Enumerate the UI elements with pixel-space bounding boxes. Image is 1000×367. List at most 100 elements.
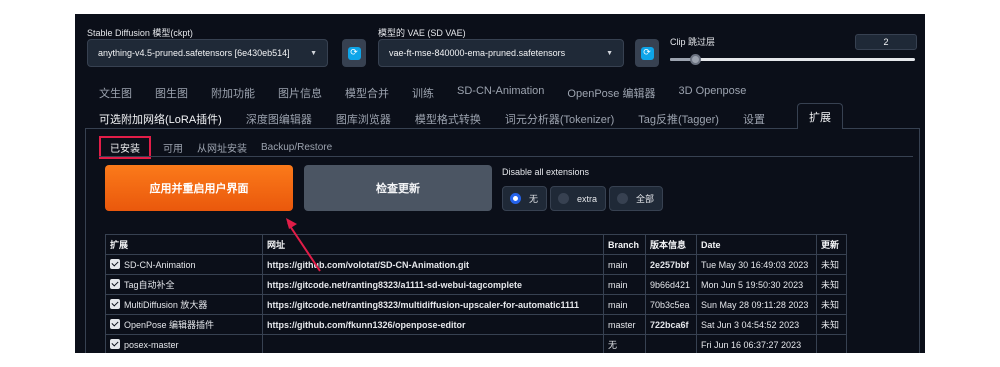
enable-checkbox[interactable] — [110, 259, 120, 269]
vae-select-label: 模型的 VAE (SD VAE) — [378, 28, 466, 38]
disable-extensions-radio-group: 无 extra 全部 — [502, 186, 664, 211]
table-row: posex-master 无 Fri Jun 16 06:37:27 2023 — [105, 334, 847, 353]
refresh-model-button[interactable]: ⟳ — [342, 39, 366, 67]
tab-model-converter[interactable]: 模型格式转换 — [415, 111, 481, 127]
clip-skip-label: Clip 跳过层 — [670, 37, 716, 47]
tab-depth-editor[interactable]: 深度图编辑器 — [246, 111, 312, 127]
extension-name: MultiDiffusion 放大器 — [124, 300, 208, 310]
version-cell[interactable]: 9b66d421 — [645, 274, 697, 295]
sub-tab-available[interactable]: 可用 — [163, 140, 183, 155]
extension-cell: SD-CN-Animation — [105, 254, 263, 275]
radio-none-label: 无 — [529, 194, 539, 204]
radio-extra[interactable]: extra — [550, 186, 607, 211]
version-cell[interactable]: 2e257bbf — [645, 254, 697, 275]
col-version: 版本信息 — [645, 234, 697, 255]
radio-unselected-icon — [558, 193, 570, 204]
tab-tokenizer[interactable]: 词元分析器(Tokenizer) — [505, 111, 614, 127]
tab-merge[interactable]: 模型合并 — [345, 85, 400, 101]
col-branch: Branch — [603, 234, 646, 255]
tab-image-browser[interactable]: 图库浏览器 — [336, 111, 391, 127]
apply-restart-button[interactable]: 应用并重启用户界面 — [105, 165, 293, 211]
url-cell[interactable]: https://github.com/fkunn1326/openpose-ed… — [262, 314, 604, 335]
chevron-down-icon: ▼ — [310, 49, 317, 57]
extensions-table: 扩展 网址 Branch 版本信息 Date 更新 SD-CN-Animatio… — [105, 234, 847, 353]
tab-sd-cn-animation[interactable]: SD-CN-Animation — [457, 85, 555, 101]
sub-tab-backup-restore[interactable]: Backup/Restore — [261, 142, 332, 153]
enable-checkbox[interactable] — [110, 299, 120, 309]
disable-extensions-label: Disable all extensions — [502, 167, 590, 177]
enable-checkbox[interactable] — [110, 339, 120, 349]
table-row: OpenPose 编辑器插件 https://github.com/fkunn1… — [105, 314, 847, 335]
vae-select[interactable]: vae-ft-mse-840000-ema-pruned.safetensors… — [378, 39, 624, 67]
version-cell[interactable]: 70b3c5ea — [645, 294, 697, 315]
tab-img2img[interactable]: 图生图 — [155, 85, 199, 101]
tab-tagger[interactable]: Tag反推(Tagger) — [638, 111, 719, 127]
table-row: MultiDiffusion 放大器 https://gitcode.net/r… — [105, 294, 847, 315]
extension-name: SD-CN-Animation — [124, 260, 196, 270]
update-cell: 未知 — [816, 274, 847, 295]
extension-name: Tag自动补全 — [124, 280, 175, 290]
model-select-label: Stable Diffusion 模型(ckpt) — [87, 28, 193, 38]
radio-all-label: 全部 — [636, 194, 655, 204]
enable-checkbox[interactable] — [110, 279, 120, 289]
radio-selected-icon — [510, 193, 521, 204]
radio-all[interactable]: 全部 — [609, 186, 664, 211]
tab-settings[interactable]: 设置 — [743, 111, 765, 127]
update-cell: 未知 — [816, 294, 847, 315]
clip-skip-slider[interactable] — [670, 54, 915, 65]
table-row: Tag自动补全 https://gitcode.net/ranting8323/… — [105, 274, 847, 295]
date-cell: Sun May 28 09:11:28 2023 — [696, 294, 817, 315]
version-cell[interactable]: 722bca6f — [645, 314, 697, 335]
date-cell: Fri Jun 16 06:37:27 2023 — [696, 334, 817, 353]
tab-png-info[interactable]: 图片信息 — [278, 85, 333, 101]
model-select[interactable]: anything-v4.5-pruned.safetensors [6e430e… — [87, 39, 328, 67]
version-cell[interactable] — [645, 334, 697, 353]
url-cell[interactable]: https://gitcode.net/ranting8323/a1111-sd… — [262, 274, 604, 295]
refresh-icon: ⟳ — [640, 46, 654, 60]
branch-cell: 无 — [603, 334, 646, 353]
extension-name: posex-master — [124, 340, 179, 350]
chevron-down-icon: ▼ — [606, 49, 613, 57]
tab-additional-networks[interactable]: 可选附加网络(LoRA插件) — [99, 111, 222, 127]
extension-cell: Tag自动补全 — [105, 274, 263, 295]
model-select-value: anything-v4.5-pruned.safetensors [6e430e… — [98, 48, 290, 58]
extension-cell: posex-master — [105, 334, 263, 353]
refresh-vae-button[interactable]: ⟳ — [635, 39, 659, 67]
tab-extensions[interactable]: 扩展 — [797, 103, 843, 129]
main-tabs-row1: 文生图 图生图 附加功能 图片信息 模型合并 训练 SD-CN-Animatio… — [99, 85, 769, 101]
update-cell: 未知 — [816, 254, 847, 275]
col-update: 更新 — [816, 234, 847, 255]
update-cell — [816, 334, 847, 353]
refresh-icon: ⟳ — [347, 46, 361, 60]
url-cell[interactable]: https://github.com/volotat/SD-CN-Animati… — [262, 254, 604, 275]
table-header-row: 扩展 网址 Branch 版本信息 Date 更新 — [105, 234, 847, 255]
clip-skip-input[interactable]: 2 — [855, 34, 917, 50]
tab-extras[interactable]: 附加功能 — [211, 85, 266, 101]
sub-tabs-divider — [99, 156, 913, 157]
enable-checkbox[interactable] — [110, 319, 120, 329]
url-cell[interactable] — [262, 334, 604, 353]
col-date: Date — [696, 234, 817, 255]
main-tabs-row2: 可选附加网络(LoRA插件) 深度图编辑器 图库浏览器 模型格式转换 词元分析器… — [99, 108, 789, 129]
extension-cell: MultiDiffusion 放大器 — [105, 294, 263, 315]
date-cell: Sat Jun 3 04:54:52 2023 — [696, 314, 817, 335]
webui-panel: Stable Diffusion 模型(ckpt) anything-v4.5-… — [75, 14, 925, 353]
radio-extra-label: extra — [577, 193, 598, 204]
branch-cell: master — [603, 314, 646, 335]
radio-none[interactable]: 无 — [502, 186, 548, 211]
tab-openpose-editor[interactable]: OpenPose 编辑器 — [567, 85, 666, 101]
date-cell: Tue May 30 16:49:03 2023 — [696, 254, 817, 275]
sub-tab-install-from-url[interactable]: 从网址安装 — [197, 140, 247, 155]
tab-txt2img[interactable]: 文生图 — [99, 85, 143, 101]
tab-3d-openpose[interactable]: 3D Openpose — [678, 85, 757, 101]
clip-skip-slider-handle[interactable] — [689, 54, 701, 65]
tab-train[interactable]: 训练 — [412, 85, 445, 101]
extension-cell: OpenPose 编辑器插件 — [105, 314, 263, 335]
extension-name: OpenPose 编辑器插件 — [124, 320, 215, 330]
check-updates-button[interactable]: 检查更新 — [304, 165, 492, 211]
col-url: 网址 — [262, 234, 604, 255]
table-row: SD-CN-Animation https://github.com/volot… — [105, 254, 847, 275]
url-cell[interactable]: https://gitcode.net/ranting8323/multidif… — [262, 294, 604, 315]
date-cell: Mon Jun 5 19:50:30 2023 — [696, 274, 817, 295]
branch-cell: main — [603, 254, 646, 275]
